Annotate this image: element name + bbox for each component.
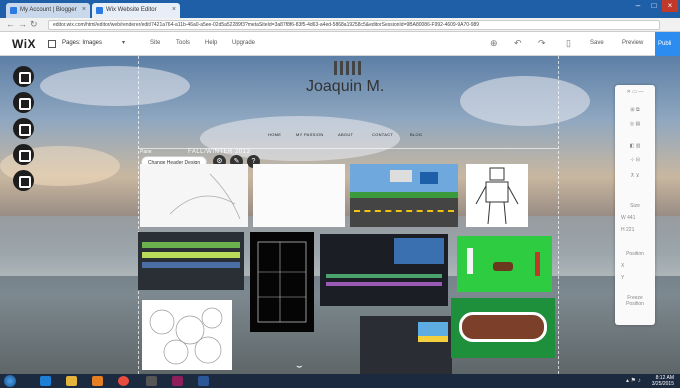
width-field[interactable]: W 441 xyxy=(615,215,655,221)
panel-label: Pane xyxy=(140,149,152,155)
x-field[interactable]: X xyxy=(615,263,655,269)
freeze-position-toggle[interactable]: Freeze Position xyxy=(615,295,655,307)
scroll-handle-icon[interactable]: ⌣ xyxy=(296,361,303,372)
clock[interactable]: 8:12 AM 3/25/2015 xyxy=(652,375,674,387)
address-bar: ← → ↻ editor.wix.com/html/editor/web/ren… xyxy=(0,18,680,32)
save-button[interactable]: Save xyxy=(590,40,604,46)
gallery-image-arena[interactable] xyxy=(451,298,555,358)
clock-date: 3/25/2015 xyxy=(651,381,674,387)
cloud-shape xyxy=(460,76,590,126)
url-field[interactable]: editor.wix.com/html/editor/web/renderer/… xyxy=(48,20,660,30)
gallery-image-floorplan[interactable] xyxy=(250,232,314,332)
blogger-favicon-icon xyxy=(10,7,17,14)
publish-button[interactable]: Publi xyxy=(655,32,680,56)
mobile-view-icon[interactable]: ▯ xyxy=(566,38,571,49)
ie-icon[interactable] xyxy=(40,376,51,386)
menu-site[interactable]: Site xyxy=(150,40,160,46)
right-guide-line xyxy=(558,56,559,374)
tray-icons[interactable]: ▴ ⚑ ♪ xyxy=(626,377,641,384)
maximize-icon[interactable]: □ xyxy=(646,0,662,12)
cloud-shape xyxy=(40,66,190,106)
site-title[interactable]: Joaquin M. xyxy=(306,78,384,96)
chrome-icon[interactable] xyxy=(118,376,129,386)
preview-button[interactable]: Preview xyxy=(622,40,643,46)
wix-logo: WiX xyxy=(12,37,37,51)
menu-help[interactable]: Help xyxy=(205,40,217,46)
gallery-image-sketch-1[interactable] xyxy=(140,164,248,227)
premiere-icon[interactable] xyxy=(172,376,183,386)
back-icon[interactable]: ← xyxy=(6,19,15,29)
gallery-image-editor-timeline[interactable] xyxy=(138,232,244,290)
gallery-image-video-editor-2[interactable] xyxy=(360,316,452,374)
tab-wix-editor[interactable]: Wix Website Editor × xyxy=(92,3,180,18)
left-guide-line xyxy=(138,56,139,374)
size-label: Size xyxy=(630,203,640,209)
pages-dropdown[interactable]: Pages: Images xyxy=(62,40,102,46)
word-icon[interactable] xyxy=(198,376,209,386)
w-value: 441 xyxy=(627,215,636,221)
wix-top-bar: WiX Pages: Images ▾ Site Tools Help Upgr… xyxy=(0,32,680,56)
forward-icon[interactable]: → xyxy=(18,19,27,29)
zoom-icon[interactable]: ⊕ xyxy=(490,38,498,49)
app-icon[interactable] xyxy=(146,376,157,386)
distribute-icon[interactable]: ⊹ ⊟ xyxy=(615,157,655,163)
match-size-icon[interactable]: ⊼ ⊻ xyxy=(615,173,655,179)
close-tab-icon[interactable]: × xyxy=(82,6,86,13)
editor-stage[interactable]: Joaquin M. HOME MY PASSION ABOUT CONTACT… xyxy=(0,56,680,374)
w-label: W xyxy=(621,215,626,221)
site-nav-my-passion[interactable]: MY PASSION xyxy=(296,132,324,137)
gallery-image-robot[interactable] xyxy=(466,164,528,227)
undo-icon[interactable]: ↶ xyxy=(514,38,522,49)
align-icon[interactable]: ◧ ▥ xyxy=(615,143,655,149)
site-logo[interactable] xyxy=(334,61,362,75)
h-value: 221 xyxy=(626,227,635,233)
background-button[interactable] xyxy=(13,92,34,113)
panel-top-controls-icon[interactable]: ✕ ▭ — xyxy=(615,89,655,95)
upload-button[interactable] xyxy=(13,144,34,165)
site-nav-home[interactable]: HOME xyxy=(268,132,281,137)
tab-blogger[interactable]: My Account | Blogger × xyxy=(6,3,90,18)
position-label: Position xyxy=(626,251,644,257)
tab-label: My Account | Blogger xyxy=(20,7,77,13)
menu-upgrade[interactable]: Upgrade xyxy=(232,40,255,46)
media-player-icon[interactable] xyxy=(92,376,103,386)
layer-icon[interactable]: ◎ ▤ xyxy=(615,121,655,127)
gallery-image-green-scene[interactable] xyxy=(457,236,552,292)
arrange-icon[interactable]: ⊞ ⧉ xyxy=(615,107,655,113)
tab-label: Wix Website Editor xyxy=(106,7,157,13)
browser-tab-strip: My Account | Blogger × Wix Website Edito… xyxy=(0,0,680,18)
redo-icon[interactable]: ↷ xyxy=(538,38,546,49)
close-tab-icon[interactable]: × xyxy=(172,6,176,13)
gallery-image-blank[interactable] xyxy=(253,164,345,227)
site-nav-blog[interactable]: BLOG xyxy=(410,132,422,137)
y-field[interactable]: Y xyxy=(615,275,655,281)
wix-favicon-icon xyxy=(96,7,103,14)
windows-taskbar: ▴ ⚑ ♪ 8:12 AM 3/25/2015 xyxy=(0,374,680,388)
add-button[interactable] xyxy=(13,66,34,87)
reload-icon[interactable]: ↻ xyxy=(30,19,38,30)
site-nav-about[interactable]: ABOUT xyxy=(338,132,353,137)
chevron-down-icon[interactable]: ▾ xyxy=(122,39,125,46)
blog-button[interactable] xyxy=(13,170,34,191)
menu-tools[interactable]: Tools xyxy=(176,40,190,46)
explorer-icon[interactable] xyxy=(66,376,77,386)
h-label: H xyxy=(621,227,625,233)
height-field[interactable]: H 221 xyxy=(615,227,655,233)
close-window-icon[interactable]: × xyxy=(662,0,678,12)
add-apps-button[interactable] xyxy=(13,118,34,139)
properties-panel: ✕ ▭ — ⊞ ⧉ ◎ ▤ ◧ ▥ ⊹ ⊟ ⊼ ⊻ Size W 441 H 2… xyxy=(615,85,655,325)
gallery-image-sketch-2[interactable] xyxy=(142,300,232,370)
start-button[interactable] xyxy=(4,375,16,387)
pages-icon xyxy=(48,40,56,48)
minimize-icon[interactable]: – xyxy=(630,0,646,12)
gallery-image-road-scene[interactable] xyxy=(350,164,458,227)
gallery-image-video-editor[interactable] xyxy=(320,234,448,306)
site-nav-contact[interactable]: CONTACT xyxy=(372,132,393,137)
